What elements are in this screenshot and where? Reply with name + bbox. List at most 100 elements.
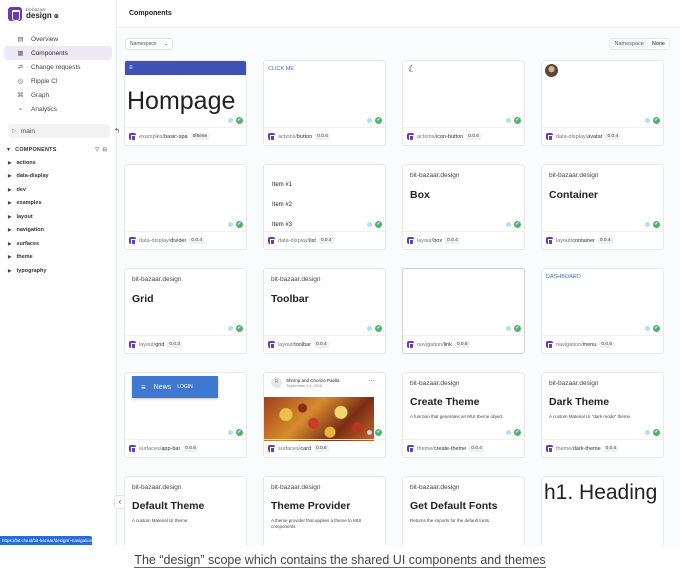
check-icon: ✓ xyxy=(514,429,521,436)
env-status-icon xyxy=(506,118,511,123)
component-card[interactable]: bit-bazaar.design Toolbar ✓ layout/toolb… xyxy=(263,268,386,354)
card-footer: data-display/list 0.0.4 xyxy=(264,231,385,249)
version-badge: 0.0.6 xyxy=(466,133,481,140)
nav-item-analytics[interactable]: ⌁ Analytics xyxy=(4,102,112,116)
component-name: basic-spa xyxy=(164,133,188,140)
scope-nav: ▤ Overview ▦ Components ⇄ Change requests ◎… xyxy=(0,32,116,116)
image-caption[interactable]: The “design” scope which contains the sh… xyxy=(0,553,680,568)
scope-logo-icon xyxy=(546,237,553,245)
tree-item[interactable]: ▶ surfaces xyxy=(0,237,116,251)
component-card[interactable]: bit-bazaar.design Get Default Fonts Retu… xyxy=(402,476,525,545)
caret-right-icon: ▶ xyxy=(8,213,12,219)
nav-item-components[interactable]: ▦ Components xyxy=(4,46,112,60)
component-card[interactable]: ≡ Hompage ✓ examples/basic-spa 0f6e6e xyxy=(124,60,247,146)
tree-item[interactable]: ▶ theme xyxy=(0,251,116,265)
nav-item-ripple-ci[interactable]: ◎ Ripple CI xyxy=(4,74,112,88)
preview-title: Create Theme xyxy=(410,396,480,408)
preview-description: A function that generates an MUI theme o… xyxy=(410,414,504,419)
tree-item[interactable]: ▶ actions xyxy=(0,156,116,170)
scope-logo-icon xyxy=(8,7,22,21)
version-badge: 0.0.4 xyxy=(603,445,619,452)
nav-item-change-requests[interactable]: ⇄ Change requests xyxy=(4,60,112,74)
component-name: menu xyxy=(582,341,597,348)
component-card[interactable]: bit-bazaar.design Default Theme A custom… xyxy=(124,476,247,545)
component-name: dark-theme xyxy=(572,445,601,452)
env-status-icon xyxy=(645,222,650,227)
component-card[interactable]: Item #1 Item #2 Item #3 ✓ data-display/l… xyxy=(263,164,386,250)
scope-header[interactable]: bit-bazaar design ⊕ xyxy=(0,0,116,28)
tree-item[interactable]: ▶ layout xyxy=(0,210,116,224)
component-card[interactable]: CLICK ME ✓ actions/button 0.0.6 xyxy=(263,60,386,146)
component-card[interactable]: ✓ navigation/link 0.0.6 xyxy=(402,268,525,354)
preview-scope: bit-bazaar.design xyxy=(271,276,321,283)
component-card[interactable]: h1. Heading xyxy=(541,476,664,545)
preview-title: Default Theme xyxy=(132,500,205,512)
component-card[interactable]: ☾ ✓ actions/icon-button 0.0.6 xyxy=(402,60,525,146)
component-card[interactable]: DASHBOARD ✓ navigation/menu 0.0.6 xyxy=(541,268,664,354)
preview-button: CLICK ME xyxy=(268,66,294,72)
preview-title: Toolbar xyxy=(271,293,309,305)
preview-description: A theme provider that applies a theme to… xyxy=(271,518,362,529)
tree-item[interactable]: ▶ examples xyxy=(0,197,116,211)
card-footer: layout/grid 0.0.3 xyxy=(125,335,246,353)
preview-scope: bit-bazaar.design xyxy=(549,380,599,387)
component-name: box xyxy=(433,237,443,244)
component-card[interactable]: bit-bazaar.design Container ✓ layout/con… xyxy=(541,164,664,250)
component-card[interactable]: R Shrimp and Chorizo Paella September 14… xyxy=(263,372,386,458)
tree-item[interactable]: ▶ data-display xyxy=(0,170,116,184)
component-card[interactable]: bit-bazaar.design Create Theme A functio… xyxy=(402,372,525,458)
scope-logo-icon xyxy=(129,237,136,245)
env-status-icon xyxy=(367,430,372,435)
tree-item[interactable]: ▶ dev xyxy=(0,183,116,197)
namespace-group-toggle[interactable]: Namespace None xyxy=(609,38,670,50)
component-card[interactable]: bit-bazaar.design Grid ✓ layout/grid 0.0.… xyxy=(124,268,247,354)
card-title: Shrimp and Chorizo Paella xyxy=(286,377,340,383)
check-icon: ✓ xyxy=(375,221,382,228)
preview-description: A custom Material UI theme. xyxy=(132,518,189,523)
scope-logo-icon xyxy=(268,445,275,453)
card-preview: bit-bazaar.design Get Default Fonts Retu… xyxy=(403,477,524,545)
nav-item-graph[interactable]: ⌘ Graph xyxy=(4,88,112,102)
component-card[interactable]: ✓ data-display/divider 0.0.4 xyxy=(124,164,247,250)
component-card[interactable]: ✓ data-display/avatar 0.0.4 xyxy=(541,60,664,146)
card-footer: data-display/avatar 0.0.4 xyxy=(542,127,663,145)
scope-logo-icon xyxy=(129,133,136,141)
tree-item[interactable]: ▶ typography xyxy=(0,264,116,278)
chevron-down-icon: ⌄ xyxy=(163,41,168,47)
scope-logo-icon xyxy=(268,341,275,349)
component-card[interactable]: ≡ News LOGIN ✓ surfaces/app-bar 0.0.6 xyxy=(124,372,247,458)
component-name: toolbar xyxy=(294,341,312,348)
version-badge: 0.0.4 xyxy=(597,237,613,244)
menu-icon: ≡ xyxy=(125,61,246,75)
component-card[interactable]: bit-bazaar.design Theme Provider A theme… xyxy=(263,476,386,545)
branch-selector[interactable]: ▷ main ↰ xyxy=(8,124,120,138)
component-name: app-bar xyxy=(161,445,181,452)
components-tree: ▶ actions ▶ data-display ▶ dev ▶ examples ▶ l… xyxy=(0,156,116,278)
graph-icon: ⌘ xyxy=(17,92,24,99)
preview-app-bar: ≡ News LOGIN xyxy=(132,376,218,398)
check-icon: ✓ xyxy=(514,117,521,124)
component-name: grid xyxy=(155,341,165,348)
version-badge: 0.0.6 xyxy=(314,445,329,452)
version-badge: 0.0.4 xyxy=(469,445,484,452)
env-status-icon xyxy=(506,430,511,435)
filter-bar: Namespace ⌄ Namespace None xyxy=(117,28,680,54)
card-footer: theme/dark-theme 0.0.4 xyxy=(542,439,663,457)
check-icon: ✓ xyxy=(514,325,521,332)
caret-right-icon: ▶ xyxy=(8,173,12,179)
nav-item-overview[interactable]: ▤ Overview xyxy=(4,32,112,46)
tree-item[interactable]: ▶ navigation xyxy=(0,224,116,238)
scope-logo-icon xyxy=(546,445,553,453)
component-card[interactable]: bit-bazaar.design Box ✓ layout/box 0.0.4 xyxy=(402,164,525,250)
component-name: card xyxy=(300,445,312,452)
version-badge: 0.0.4 xyxy=(189,237,205,244)
components-tree-header[interactable]: ▼ COMPONENTS ▽⊟ xyxy=(0,144,116,156)
namespace-select[interactable]: Namespace ⌄ xyxy=(125,38,173,50)
components-icon: ▦ xyxy=(17,50,24,57)
collapse-all-icon[interactable]: ⊟ xyxy=(102,147,110,153)
ripple-ci-icon: ◎ xyxy=(17,78,24,85)
card-footer: layout/toolbar 0.0.4 xyxy=(264,335,385,353)
toggle-value[interactable]: None xyxy=(647,39,669,49)
component-card[interactable]: bit-bazaar.design Dark Theme A custom Ma… xyxy=(541,372,664,458)
component-name: button xyxy=(296,133,313,140)
